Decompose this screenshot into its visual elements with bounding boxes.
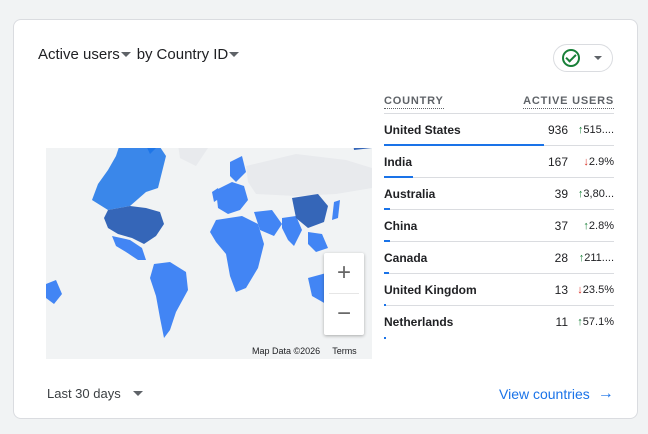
table-body: United States 936 ↑515.... India 167 ↓2.9% Aus…	[384, 114, 614, 339]
map-far-east	[353, 148, 372, 150]
change-text: 23.5%	[582, 283, 614, 296]
card-header: Active users by Country ID	[38, 46, 245, 63]
active-users-value: 39	[554, 186, 568, 201]
country-name: India	[384, 154, 413, 169]
map-attribution: Map Data ©2026 Terms	[252, 346, 357, 356]
active-users-value: 11	[555, 315, 568, 329]
change-value: ↓23.5%	[568, 284, 614, 296]
active-users-value: 936	[547, 122, 568, 137]
change-text: 515....	[583, 123, 614, 136]
change-value: ↑3,80...	[568, 188, 614, 200]
status-chip-button[interactable]	[553, 44, 613, 72]
table-row[interactable]: China 37 ↑2.8%	[384, 210, 614, 242]
map-se-asia	[308, 232, 328, 252]
zoom-in-button[interactable]: +	[324, 253, 364, 293]
change-text: 2.9%	[588, 155, 614, 168]
map-terms-link[interactable]: Terms	[332, 346, 357, 356]
chevron-down-icon	[132, 391, 143, 396]
table-row[interactable]: Netherlands 11 ↑57.1%	[384, 306, 614, 339]
change-value: ↓2.9%	[568, 156, 614, 168]
chevron-down-icon	[229, 52, 240, 57]
table-row[interactable]: United States 936 ↑515....	[384, 114, 614, 146]
active-users-value: 167	[547, 154, 568, 169]
date-range-dropdown[interactable]: Last 30 days	[47, 386, 149, 401]
world-map[interactable]: + −	[46, 148, 372, 359]
chevron-down-icon	[594, 56, 602, 60]
map-greenland	[178, 148, 208, 166]
metric-label: Active users	[38, 46, 120, 63]
country-table: COUNTRY ACTIVE USERS United States 936 ↑51…	[384, 90, 614, 339]
map-canada	[92, 148, 166, 210]
change-value: ↑2.8%	[568, 220, 614, 232]
country-name: China	[384, 218, 418, 233]
map-russia	[246, 154, 372, 196]
table-header: COUNTRY ACTIVE USERS	[384, 90, 614, 114]
map-alaska	[46, 280, 62, 304]
map-scandinavia	[230, 156, 246, 182]
country-name: Canada	[384, 250, 428, 265]
change-text: 3,80...	[583, 187, 614, 200]
country-name: Netherlands	[384, 315, 454, 329]
table-row[interactable]: Australia 39 ↑3,80...	[384, 178, 614, 210]
change-text: 57.1%	[582, 316, 614, 328]
arrow-right-icon: →	[597, 385, 614, 402]
view-countries-label: View countries	[499, 386, 590, 402]
map-data-label: Map Data ©2026	[252, 346, 321, 356]
table-row[interactable]: United Kingdom 13 ↓23.5%	[384, 274, 614, 306]
change-value: ↑211....	[568, 252, 614, 264]
active-users-value: 28	[554, 250, 568, 265]
check-circle-icon	[562, 49, 580, 67]
dimension-label: Country ID	[156, 46, 229, 63]
chevron-down-icon	[120, 52, 131, 57]
map-africa	[210, 216, 264, 292]
active-users-value: 37	[554, 218, 568, 233]
map-europe	[216, 182, 248, 214]
col-country-header[interactable]: COUNTRY	[384, 95, 444, 109]
col-active-users-header[interactable]: ACTIVE USERS	[523, 95, 614, 109]
table-row[interactable]: Canada 28 ↑211....	[384, 242, 614, 274]
active-users-by-country-card: Active users by Country ID + − Map Data …	[13, 19, 638, 419]
change-value: ↑57.1%	[568, 316, 614, 328]
active-users-value: 13	[554, 282, 568, 297]
map-south-america	[150, 262, 188, 338]
view-countries-link[interactable]: View countries →	[499, 385, 614, 403]
map-japan	[332, 200, 340, 220]
change-text: 211....	[584, 251, 614, 264]
country-name: Australia	[384, 186, 436, 201]
dimension-dropdown[interactable]: Country ID	[157, 46, 246, 63]
country-name: United Kingdom	[384, 282, 477, 297]
zoom-out-button[interactable]: −	[324, 294, 364, 334]
metric-dropdown[interactable]: Active users	[38, 46, 137, 63]
share-bar	[384, 337, 386, 339]
map-zoom-control: + −	[324, 253, 364, 335]
table-row[interactable]: India 167 ↓2.9%	[384, 146, 614, 178]
dimension-prefix: by	[136, 46, 153, 63]
change-text: 2.8%	[588, 219, 614, 232]
date-range-label: Last 30 days	[47, 386, 121, 401]
change-value: ↑515....	[568, 124, 614, 136]
country-name: United States	[384, 122, 461, 137]
